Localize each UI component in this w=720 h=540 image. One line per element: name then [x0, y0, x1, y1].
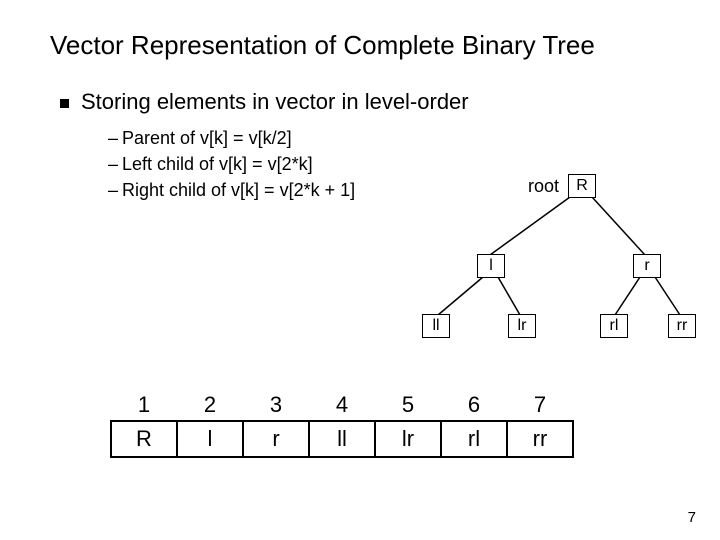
idx-4: 4 [309, 390, 375, 421]
cell-3: r [243, 421, 309, 457]
idx-6: 6 [441, 390, 507, 421]
cell-2: l [177, 421, 243, 457]
tree-diagram: root R l r ll lr rl rr [400, 170, 680, 350]
slide-title: Vector Representation of Complete Binary… [50, 30, 670, 61]
root-label: root [528, 176, 559, 197]
idx-7: 7 [507, 390, 573, 421]
cell-4: ll [309, 421, 375, 457]
bullet-level2-a: –Parent of v[k] = v[k/2] [108, 125, 670, 151]
idx-2: 2 [177, 390, 243, 421]
cell-7: rr [507, 421, 573, 457]
cell-6: rl [441, 421, 507, 457]
node-ll: ll [422, 314, 450, 338]
sub-a-text: Parent of v[k] = v[k/2] [122, 128, 292, 148]
index-row: 1 2 3 4 5 6 7 [111, 390, 573, 421]
cell-5: lr [375, 421, 441, 457]
value-row: R l r ll lr rl rr [111, 421, 573, 457]
cell-1: R [111, 421, 177, 457]
node-r: r [633, 254, 661, 278]
vector-table: 1 2 3 4 5 6 7 R l r ll lr rl rr [110, 390, 574, 458]
node-rl: rl [600, 314, 628, 338]
square-bullet-icon [60, 99, 69, 108]
idx-3: 3 [243, 390, 309, 421]
idx-1: 1 [111, 390, 177, 421]
idx-5: 5 [375, 390, 441, 421]
node-R: R [568, 174, 596, 198]
page-number: 7 [688, 509, 696, 526]
node-lr: lr [508, 314, 536, 338]
bullet-level1: Storing elements in vector in level-orde… [60, 89, 670, 115]
bullet1-text: Storing elements in vector in level-orde… [81, 89, 469, 114]
sub-b-text: Left child of v[k] = v[2*k] [122, 154, 313, 174]
sub-c-text: Right child of v[k] = v[2*k + 1] [122, 180, 355, 200]
node-rr: rr [668, 314, 696, 338]
node-l: l [477, 254, 505, 278]
